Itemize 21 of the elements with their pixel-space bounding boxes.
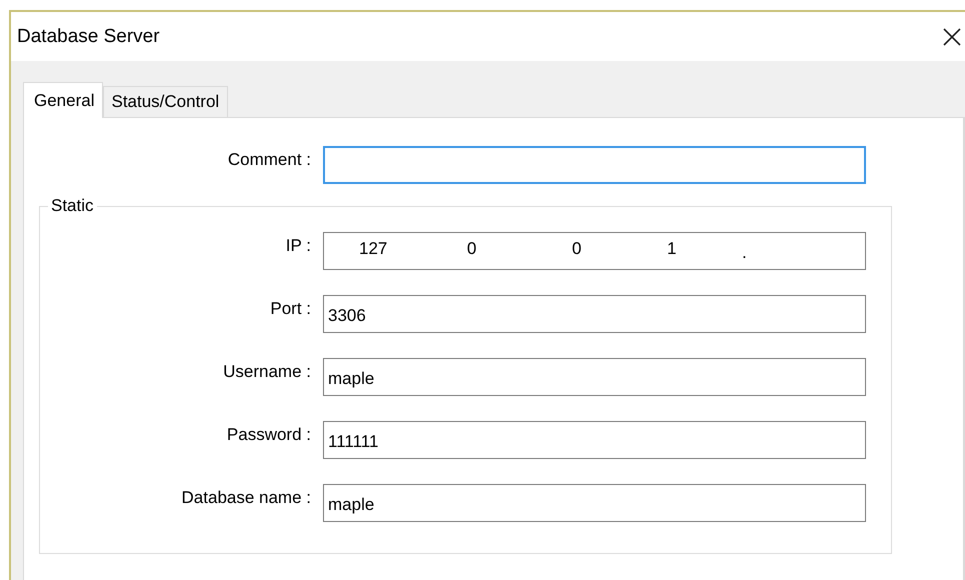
ip-octet: 127 bbox=[359, 239, 388, 259]
text-field[interactable]: maple bbox=[323, 358, 866, 396]
text-field[interactable]: maple bbox=[323, 484, 866, 522]
close-icon[interactable] bbox=[943, 28, 961, 46]
tab[interactable]: Status/Control bbox=[103, 86, 228, 117]
text-field[interactable]: 111111 bbox=[323, 421, 866, 459]
field-label: Username : bbox=[222, 361, 311, 382]
field-label: Database name : bbox=[180, 487, 311, 508]
comment-field[interactable] bbox=[323, 146, 866, 184]
tab[interactable]: General bbox=[23, 82, 104, 118]
text-field[interactable]: 3306 bbox=[323, 295, 866, 333]
ip-octet: 0 bbox=[467, 239, 478, 259]
ip-octet: 1 bbox=[667, 239, 678, 259]
field-label: Password : bbox=[226, 424, 311, 445]
ip-octet: 0 bbox=[572, 239, 582, 259]
field-label: IP : bbox=[284, 235, 311, 256]
ip-separator: . bbox=[742, 242, 747, 263]
window-title: Database Server bbox=[17, 26, 160, 48]
field-label: Port : bbox=[269, 298, 311, 319]
ip-address-field[interactable]: 127 0 0 1 . bbox=[323, 232, 866, 270]
field-label: Comment : bbox=[226, 149, 311, 170]
